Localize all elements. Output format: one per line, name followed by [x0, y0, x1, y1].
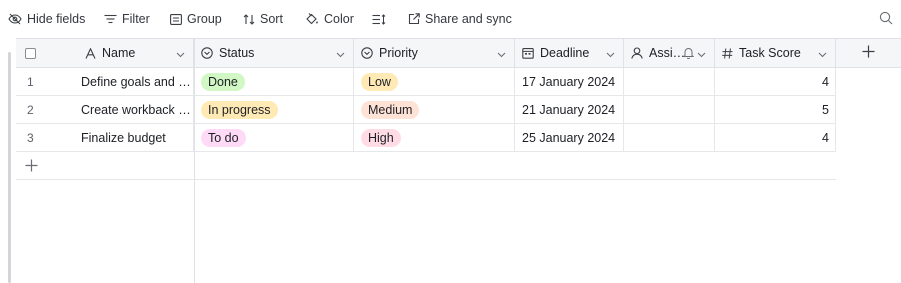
group-label: Group [187, 12, 222, 26]
table-row[interactable]: 1 Define goals and t… Done Low 17 Januar… [16, 68, 836, 96]
color-label: Color [324, 12, 354, 26]
search-icon [879, 11, 893, 28]
plus-icon[interactable] [25, 159, 38, 175]
column-header-deadline[interactable]: Deadline [515, 39, 624, 67]
select-all-checkbox[interactable] [25, 47, 36, 59]
paint-bucket-icon [305, 13, 319, 25]
plus-icon [862, 45, 875, 61]
group-list-icon [170, 13, 182, 25]
bell-icon[interactable] [682, 47, 695, 62]
status-cell[interactable]: To do [194, 124, 354, 152]
task-score-cell[interactable]: 4 [715, 124, 836, 152]
column-deadline-label: Deadline [540, 46, 590, 60]
assignee-cell[interactable] [624, 96, 715, 124]
name-cell[interactable]: Create workback … [78, 96, 194, 124]
priority-cell[interactable]: Low [354, 68, 515, 96]
add-record-row[interactable] [16, 152, 836, 180]
filter-label: Filter [122, 12, 150, 26]
column-header-status[interactable]: Status [194, 39, 354, 67]
chevron-down-icon[interactable] [606, 48, 615, 62]
priority-badge: High [361, 129, 401, 147]
single-select-icon [201, 47, 213, 59]
row-height-button[interactable] [372, 0, 386, 38]
status-cell[interactable]: In progress [194, 96, 354, 124]
status-badge: Done [201, 73, 245, 91]
deadline-cell[interactable]: 21 January 2024 [515, 96, 624, 124]
column-priority-label: Priority [379, 46, 418, 60]
column-assignee-label: Assi… [649, 46, 686, 60]
priority-cell[interactable]: Medium [354, 96, 515, 124]
status-badge: In progress [201, 101, 278, 119]
data-grid: Name Status Priority Deadline Assi… Task… [16, 38, 901, 283]
column-status-label: Status [219, 46, 255, 60]
assignee-cell[interactable] [624, 68, 715, 96]
name-cell[interactable]: Define goals and t… [78, 68, 194, 96]
assignee-cell[interactable] [624, 124, 715, 152]
chevron-down-icon[interactable] [818, 48, 827, 62]
record-name: Create workback … [81, 103, 191, 117]
column-header-priority[interactable]: Priority [354, 39, 515, 67]
select-all-cell [16, 39, 78, 67]
column-header-task-score[interactable]: Task Score [715, 39, 836, 67]
number-hash-icon [722, 47, 733, 59]
text-a-icon [85, 47, 96, 59]
status-cell[interactable]: Done [194, 68, 354, 96]
add-field-button[interactable] [836, 39, 901, 67]
chevron-down-icon[interactable] [697, 48, 706, 62]
deadline-cell[interactable]: 17 January 2024 [515, 68, 624, 96]
deadline-cell[interactable]: 25 January 2024 [515, 124, 624, 152]
search-button[interactable] [879, 11, 893, 28]
left-scroll-rail[interactable] [8, 52, 11, 283]
row-number: 1 [27, 75, 34, 89]
name-cell[interactable]: Finalize budget [78, 124, 194, 152]
chevron-down-icon[interactable] [176, 48, 185, 62]
filter-lines-icon [104, 14, 117, 24]
task-score-cell[interactable]: 4 [715, 68, 836, 96]
table-row[interactable]: 2 Create workback … In progress Medium 2… [16, 96, 836, 124]
priority-badge: Medium [361, 101, 420, 119]
row-number: 2 [27, 103, 34, 117]
column-task-score-label: Task Score [739, 46, 801, 60]
table-row[interactable]: 3 Finalize budget To do High 25 January … [16, 124, 836, 152]
hide-fields-label: Hide fields [27, 12, 86, 26]
share-external-icon [408, 13, 420, 25]
hide-fields-button[interactable]: Hide fields [8, 0, 85, 38]
calendar-icon [522, 47, 534, 59]
column-name-label: Name [102, 46, 136, 60]
priority-cell[interactable]: High [354, 124, 515, 152]
record-name: Define goals and t… [81, 75, 191, 89]
view-toolbar: Hide fields Filter Group Sort Color Shar… [0, 0, 901, 38]
filter-button[interactable]: Filter [104, 0, 150, 38]
column-header-name[interactable]: Name [78, 39, 194, 67]
color-button[interactable]: Color [305, 0, 354, 38]
share-and-sync-button[interactable]: Share and sync [408, 0, 512, 38]
status-badge: To do [201, 129, 246, 147]
row-height-icon [372, 13, 386, 25]
frozen-column-divider [194, 39, 195, 283]
task-score-cell[interactable]: 5 [715, 96, 836, 124]
group-button[interactable]: Group [170, 0, 222, 38]
chevron-down-icon[interactable] [336, 48, 345, 62]
grid-header-row: Name Status Priority Deadline Assi… Task… [16, 39, 901, 68]
chevron-down-icon[interactable] [497, 48, 506, 62]
user-icon [631, 47, 643, 59]
sort-arrows-icon [243, 13, 255, 25]
sort-label: Sort [260, 12, 283, 26]
column-header-assignee[interactable]: Assi… [624, 39, 715, 67]
eye-slash-icon [8, 13, 22, 25]
row-number: 3 [27, 131, 34, 145]
share-and-sync-label: Share and sync [425, 12, 512, 26]
record-name: Finalize budget [81, 131, 166, 145]
single-select-icon [361, 47, 373, 59]
priority-badge: Low [361, 73, 398, 91]
sort-button[interactable]: Sort [243, 0, 283, 38]
